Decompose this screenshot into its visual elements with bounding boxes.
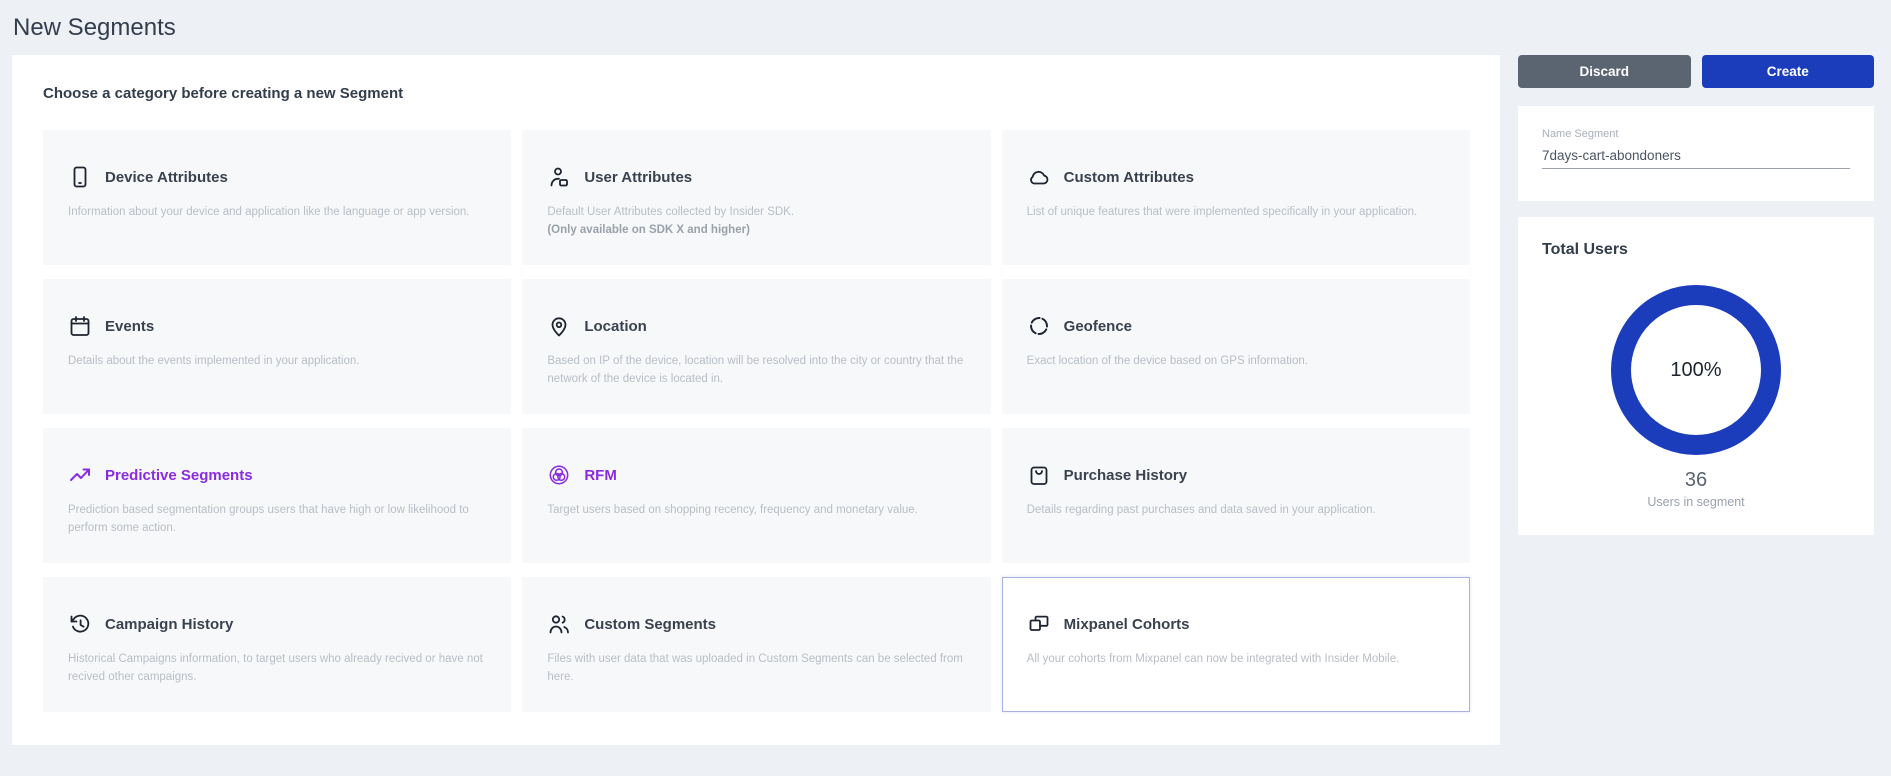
action-buttons: Discard Create (1518, 55, 1874, 88)
card-location[interactable]: Location Based on IP of the device, loca… (522, 279, 990, 414)
card-title: Events (105, 318, 154, 335)
page-title: New Segments (13, 14, 176, 42)
segment-sidebar: Discard Create Name Segment Total Users … (1518, 55, 1874, 535)
card-custom-segments[interactable]: Custom Segments Files with user data tha… (522, 577, 990, 712)
card-title: Location (584, 318, 647, 335)
card-description: Target users based on shopping recency, … (547, 502, 965, 520)
users-caption: Users in segment (1542, 495, 1850, 509)
card-title: RFM (584, 467, 617, 484)
calendar-icon (68, 314, 92, 338)
geofence-crosshair-icon (1027, 314, 1051, 338)
panel-heading: Choose a category before creating a new … (12, 55, 1500, 102)
card-description: All your cohorts from Mixpanel can now b… (1027, 651, 1445, 669)
card-description: Prediction based segmentation groups use… (68, 502, 486, 538)
total-users-heading: Total Users (1542, 241, 1850, 259)
discard-button[interactable]: Discard (1518, 55, 1691, 88)
card-title: User Attributes (584, 169, 692, 186)
card-title: Predictive Segments (105, 467, 253, 484)
donut-percent-label: 100% (1670, 359, 1721, 382)
card-title: Custom Segments (584, 616, 716, 633)
create-button[interactable]: Create (1702, 55, 1875, 88)
card-custom-attributes[interactable]: Custom Attributes List of unique feature… (1002, 130, 1470, 265)
name-segment-card: Name Segment (1518, 106, 1874, 201)
card-title: Mixpanel Cohorts (1064, 616, 1190, 633)
users-count: 36 (1542, 469, 1850, 492)
trending-up-icon (68, 463, 92, 487)
card-title: Geofence (1064, 318, 1132, 335)
category-cards-grid: Device Attributes Information about your… (43, 130, 1470, 712)
card-title: Purchase History (1064, 467, 1187, 484)
location-pin-icon (547, 314, 571, 338)
history-clock-icon (68, 612, 92, 636)
cloud-icon (1027, 165, 1051, 189)
total-users-card: Total Users 100% 36 Users in segment (1518, 217, 1874, 535)
card-rfm[interactable]: RFM Target users based on shopping recen… (522, 428, 990, 563)
link-squares-icon (1027, 612, 1051, 636)
venn-diagram-icon (547, 463, 571, 487)
name-segment-label: Name Segment (1542, 128, 1850, 140)
card-description: List of unique features that were implem… (1027, 204, 1445, 222)
name-segment-input[interactable] (1542, 146, 1850, 169)
card-campaign-history[interactable]: Campaign History Historical Campaigns in… (43, 577, 511, 712)
card-geofence[interactable]: Geofence Exact location of the device ba… (1002, 279, 1470, 414)
total-users-donut-chart: 100% (1611, 285, 1781, 455)
card-user-attributes[interactable]: User Attributes Default User Attributes … (522, 130, 990, 265)
card-events[interactable]: Events Details about the events implemen… (43, 279, 511, 414)
card-description: Files with user data that was uploaded i… (547, 651, 965, 687)
device-icon (68, 165, 92, 189)
category-panel: Choose a category before creating a new … (12, 55, 1500, 745)
card-title: Custom Attributes (1064, 169, 1194, 186)
card-description: Historical Campaigns information, to tar… (68, 651, 486, 687)
card-description: Information about your device and applic… (68, 204, 486, 222)
card-description: Exact location of the device based on GP… (1027, 353, 1445, 371)
card-description-note: (Only available on SDK X and higher) (547, 222, 965, 240)
users-icon (547, 612, 571, 636)
card-description: Based on IP of the device, location will… (547, 353, 965, 389)
card-predictive-segments[interactable]: Predictive Segments Prediction based seg… (43, 428, 511, 563)
card-description: Details about the events implemented in … (68, 353, 486, 371)
user-icon (547, 165, 571, 189)
card-mixpanel-cohorts[interactable]: Mixpanel Cohorts All your cohorts from M… (1002, 577, 1470, 712)
card-device-attributes[interactable]: Device Attributes Information about your… (43, 130, 511, 265)
card-title: Campaign History (105, 616, 233, 633)
card-description: Default User Attributes collected by Ins… (547, 204, 965, 222)
card-purchase-history[interactable]: Purchase History Details regarding past … (1002, 428, 1470, 563)
card-description: Details regarding past purchases and dat… (1027, 502, 1445, 520)
card-title: Device Attributes (105, 169, 228, 186)
shopping-bag-icon (1027, 463, 1051, 487)
